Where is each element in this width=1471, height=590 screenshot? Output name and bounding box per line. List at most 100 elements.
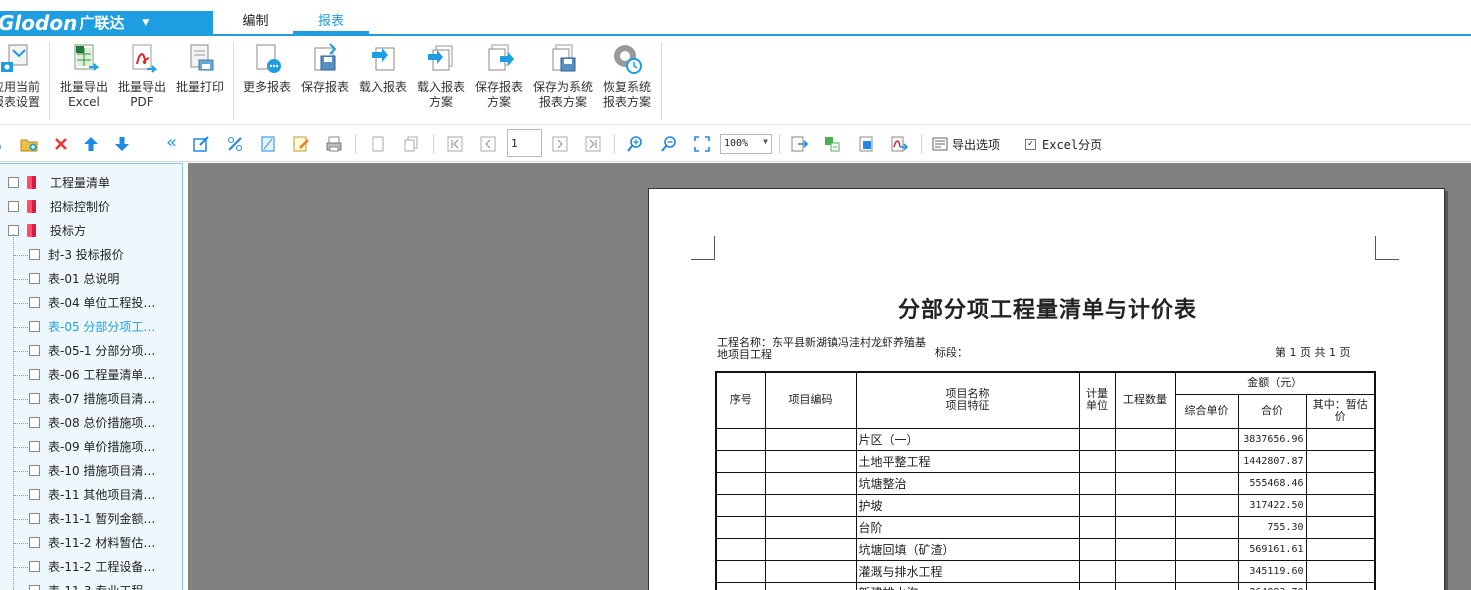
delete-icon[interactable] xyxy=(52,135,70,153)
divider xyxy=(661,42,662,120)
item-name: 片区（一） xyxy=(855,427,1080,451)
collapse-panel-icon[interactable]: « xyxy=(166,134,184,153)
export-word-icon[interactable] xyxy=(857,135,875,153)
item-name: 土地平整工程 xyxy=(855,449,1080,473)
apply-settings-button[interactable]: 应用当前 报表设置 xyxy=(0,42,44,122)
export-page-icon[interactable] xyxy=(790,135,808,153)
checkbox[interactable] xyxy=(29,320,40,332)
col-header-quantity: 工程数量 xyxy=(1114,371,1176,429)
checkbox[interactable] xyxy=(29,368,40,380)
ribbon-label: 保存报表 xyxy=(474,80,523,94)
tree-group[interactable]: 招标控制价 xyxy=(8,196,110,216)
tree-item[interactable]: 表-11 其他项目清… xyxy=(29,484,155,504)
tree-item[interactable]: 表-11-2 工程设备… xyxy=(29,556,155,576)
save-as-system-scheme-button[interactable]: 保存为系统 报表方案 xyxy=(530,42,596,122)
tree-item[interactable]: 表-08 总价措施项… xyxy=(29,412,155,432)
multi-page-icon[interactable] xyxy=(402,135,420,153)
export-pdf-icon[interactable] xyxy=(890,135,908,153)
save-report-button[interactable]: 保存报表 xyxy=(298,42,352,122)
tree-guide-line xyxy=(14,543,28,544)
app-logo-menu[interactable]: Glodon 广联达 ▼ xyxy=(0,11,213,35)
checkbox[interactable] xyxy=(29,272,40,284)
checkbox[interactable] xyxy=(29,488,40,500)
report-preview-area[interactable]: 分部分项工程量清单与计价表 工程名称：东平县新湖镇冯洼村龙虾养殖基地项目工程 标… xyxy=(188,163,1471,590)
col-header-code: 项目编码 xyxy=(764,371,857,429)
edit-note-icon[interactable] xyxy=(292,135,310,153)
tree-item[interactable]: 表-06 工程量清单… xyxy=(29,364,155,384)
checkbox[interactable] xyxy=(29,464,40,476)
tree-item-label: 表-04 单位工程投… xyxy=(48,295,156,310)
excel-paging-checkbox[interactable]: ✓ Excel分页 xyxy=(1025,135,1102,153)
add-folder-icon[interactable] xyxy=(20,135,38,153)
tree-item[interactable]: 表-01 总说明 xyxy=(29,268,119,288)
next-page-icon[interactable] xyxy=(551,135,569,153)
save-report-scheme-button[interactable]: 保存报表 方案 xyxy=(472,42,526,122)
tree-item[interactable]: 表-11-2 材料暂估… xyxy=(29,532,155,552)
item-name: 护坡 xyxy=(855,493,1080,517)
report-title: 分部分项工程量清单与计价表 xyxy=(897,298,1197,323)
tree-item-label: 表-11-2 工程设备… xyxy=(48,559,156,574)
checkbox[interactable] xyxy=(8,200,19,212)
edit-report-icon[interactable] xyxy=(192,135,210,153)
last-page-icon[interactable] xyxy=(584,135,602,153)
report-tree: 工程量清单 招标控制价 投标方 封-3 投标报价 表-01 总说明 表-04 单… xyxy=(0,163,183,590)
batch-export-excel-button[interactable]: 批量导出 Excel xyxy=(57,42,111,122)
tab-edit[interactable]: 编制 xyxy=(228,12,283,34)
batch-print-button[interactable]: 批量打印 xyxy=(173,42,227,122)
checkbox[interactable] xyxy=(29,584,40,590)
single-page-icon[interactable] xyxy=(369,135,387,153)
tree-guide-line xyxy=(14,303,28,304)
load-report-scheme-button[interactable]: 载入报表 方案 xyxy=(414,42,468,122)
print-preview-icon[interactable] xyxy=(325,135,343,153)
tree-item[interactable]: 表-09 单价措施项… xyxy=(29,436,155,456)
page-number-input[interactable]: 1 xyxy=(507,129,542,157)
restore-system-scheme-button[interactable]: 恢复系统 报表方案 xyxy=(598,42,656,122)
tree-item[interactable]: 表-11-1 暂列金额… xyxy=(29,508,155,528)
tree-guide-line xyxy=(14,399,28,400)
move-up-icon[interactable] xyxy=(82,135,100,153)
zoom-out-icon[interactable] xyxy=(660,135,678,153)
tree-item[interactable]: 表-07 措施项目清… xyxy=(29,388,155,408)
tree-item[interactable]: 表-11-3 专业工程… xyxy=(29,580,155,590)
zoom-select[interactable]: 100% ▼ xyxy=(720,134,772,154)
checkbox[interactable] xyxy=(29,296,40,308)
checkbox[interactable] xyxy=(29,416,40,428)
tree-guide-line xyxy=(14,279,28,280)
design-icon[interactable] xyxy=(226,135,244,153)
checkbox[interactable] xyxy=(29,512,40,524)
col-header-unit-price: 综合单价 xyxy=(1174,393,1239,429)
checkbox[interactable] xyxy=(29,344,40,356)
tree-add-icon[interactable] xyxy=(0,135,10,153)
checkbox[interactable] xyxy=(29,248,40,260)
prev-page-icon[interactable] xyxy=(479,135,497,153)
zoom-in-icon[interactable] xyxy=(626,135,644,153)
checkbox[interactable] xyxy=(29,536,40,548)
checkbox[interactable] xyxy=(8,176,19,188)
tree-guide-line xyxy=(14,327,28,328)
tree-item[interactable]: 表-04 单位工程投… xyxy=(29,292,155,312)
tree-item[interactable]: 表-05-1 分部分项… xyxy=(29,340,155,360)
tree-group[interactable]: 工程量清单 xyxy=(8,172,110,192)
tab-report[interactable]: 报表 xyxy=(293,12,369,34)
page-setup-icon[interactable] xyxy=(259,135,277,153)
checkbox[interactable] xyxy=(29,440,40,452)
page-info: 第 1 页 共 1 页 xyxy=(1275,346,1351,359)
col-header-provisional: 其中：暂估 价 xyxy=(1305,393,1376,429)
load-report-button[interactable]: 载入报表 xyxy=(356,42,410,122)
fit-page-icon[interactable] xyxy=(693,135,711,153)
checkbox[interactable] xyxy=(29,392,40,404)
batch-export-pdf-button[interactable]: 批量导出 PDF xyxy=(115,42,169,122)
tree-item[interactable]: 封-3 投标报价 xyxy=(29,244,124,264)
tree-item[interactable]: 表-10 措施项目清… xyxy=(29,460,155,480)
more-reports-button[interactable]: 更多报表 xyxy=(240,42,294,122)
ribbon-label: Excel xyxy=(68,95,100,109)
export-excel-icon[interactable] xyxy=(823,135,841,153)
tree-item-selected[interactable]: 表-05 分部分项工… xyxy=(29,316,155,336)
col-header-name-line: 项目特征 xyxy=(945,399,990,413)
item-name: 坑塘回填（矿渣） xyxy=(855,537,1080,561)
move-down-icon[interactable] xyxy=(113,135,131,153)
checkbox[interactable] xyxy=(29,560,40,572)
tree-group[interactable]: 投标方 xyxy=(8,220,86,240)
first-page-icon[interactable] xyxy=(446,135,464,153)
export-options-button[interactable]: 导出选项 xyxy=(932,135,1000,153)
